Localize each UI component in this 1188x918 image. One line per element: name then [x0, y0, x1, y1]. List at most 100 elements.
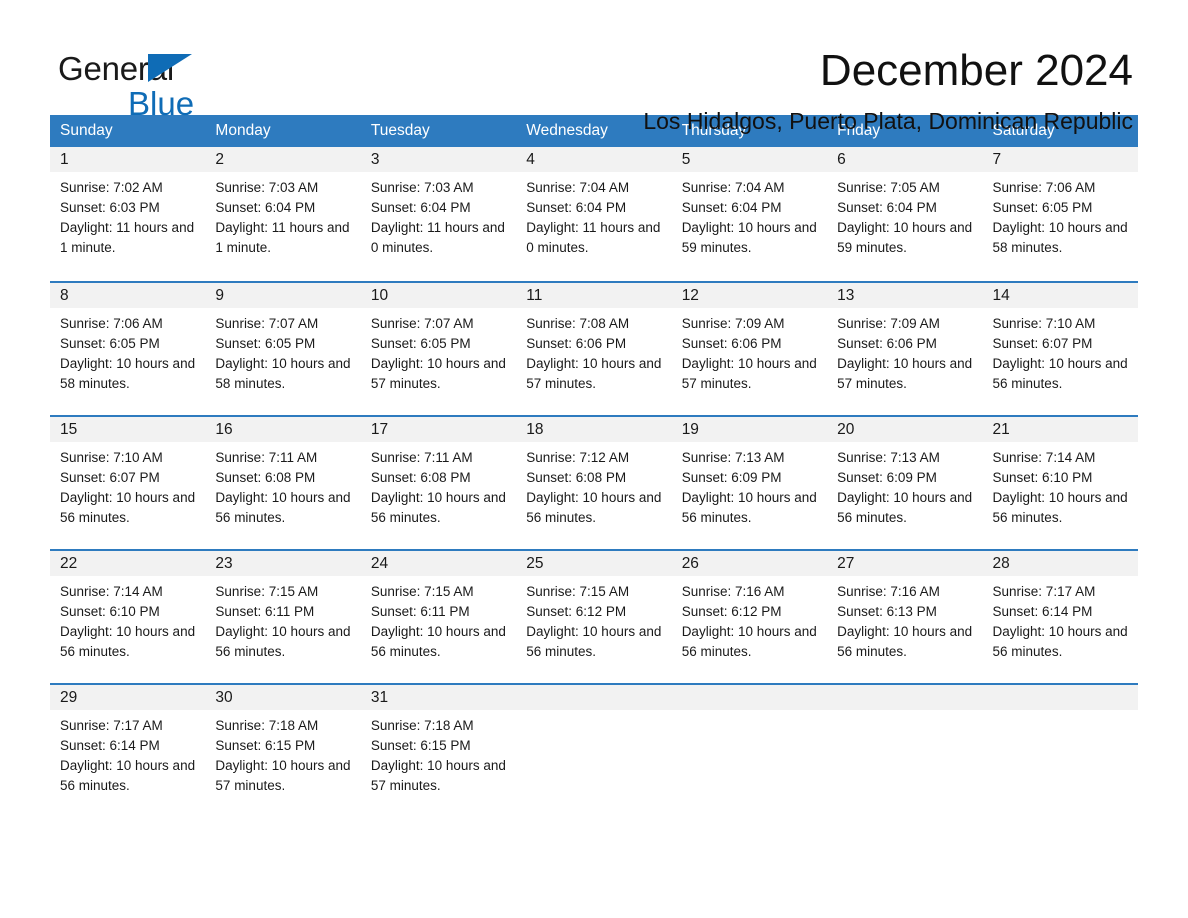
day-number-bar: 21: [982, 417, 1138, 442]
daylight-text: Daylight: 10 hours and 56 minutes.: [681, 490, 817, 525]
calendar-day-cell[interactable]: 19 Sunrise: 7:13 AM Sunset: 6:09 PM Dayligh…: [671, 417, 828, 549]
calendar-day-cell[interactable]: 22 Sunrise: 7:14 AM Sunset: 6:10 PM Dayligh…: [50, 551, 206, 683]
calendar-day-cell[interactable]: 28 Sunrise: 7:17 AM Sunset: 6:14 PM Dayligh…: [982, 551, 1138, 683]
calendar-day-cell[interactable]: 25 Sunrise: 7:15 AM Sunset: 6:12 PM Dayligh…: [516, 551, 672, 683]
calendar-day-cell[interactable]: 26 Sunrise: 7:16 AM Sunset: 6:12 PM Dayligh…: [671, 551, 828, 683]
daylight-text: Daylight: 10 hours and 56 minutes.: [992, 490, 1128, 525]
calendar-day-cell[interactable]: 6 Sunrise: 7:05 AM Sunset: 6:04 PM Daylight…: [827, 147, 983, 281]
day-sun-info: Sunrise: 7:15 AM Sunset: 6:11 PM Daylight:…: [205, 576, 360, 662]
day-sun-info: Sunrise: 7:10 AM Sunset: 6:07 PM Daylight:…: [50, 442, 205, 528]
day-sun-info: Sunrise: 7:18 AM Sunset: 6:15 PM Daylight:…: [205, 710, 360, 796]
sunset-text: Sunset: 6:04 PM: [837, 200, 937, 215]
day-number: 29: [60, 689, 78, 706]
calendar-day-cell[interactable]: 8 Sunrise: 7:06 AM Sunset: 6:05 PM Daylight…: [50, 283, 206, 415]
daylight-text: Daylight: 10 hours and 56 minutes.: [992, 356, 1128, 391]
day-number-bar: [671, 685, 828, 710]
calendar-grid: Sunday Monday Tuesday Wednesday Thursday…: [50, 115, 1138, 817]
sunset-text: Sunset: 6:08 PM: [526, 470, 627, 485]
sunrise-text: Sunrise: 7:15 AM: [215, 584, 319, 599]
day-number: 10: [370, 287, 389, 304]
sunset-text: Sunset: 6:15 PM: [370, 738, 471, 753]
sunrise-text: Sunrise: 7:09 AM: [681, 316, 785, 331]
daylight-text: Daylight: 10 hours and 59 minutes.: [681, 220, 817, 255]
calendar-day-cell[interactable]: 30 Sunrise: 7:18 AM Sunset: 6:15 PM Dayligh…: [205, 685, 361, 817]
day-sun-info: Sunrise: 7:16 AM Sunset: 6:12 PM Daylight:…: [672, 576, 827, 662]
day-sun-info: Sunrise: 7:06 AM Sunset: 6:05 PM Daylight:…: [50, 308, 205, 394]
sunrise-text: Sunrise: 7:17 AM: [60, 718, 163, 733]
calendar-day-cell[interactable]: 31 Sunrise: 7:18 AM Sunset: 6:15 PM Dayligh…: [360, 685, 517, 817]
calendar-day-cell[interactable]: 20 Sunrise: 7:13 AM Sunset: 6:09 PM Dayligh…: [827, 417, 983, 549]
sunset-text: Sunset: 6:08 PM: [370, 470, 471, 485]
sunrise-text: Sunrise: 7:04 AM: [681, 180, 785, 195]
day-sun-info: Sunrise: 7:13 AM Sunset: 6:09 PM Daylight:…: [827, 442, 982, 528]
day-number-bar: 10: [360, 283, 517, 308]
day-number: 23: [215, 555, 233, 572]
calendar-day-cell[interactable]: 27 Sunrise: 7:16 AM Sunset: 6:13 PM Dayligh…: [827, 551, 983, 683]
calendar-week-row: 1 Sunrise: 7:02 AM Sunset: 6:03 PM Daylight…: [50, 147, 1138, 281]
daylight-text: Daylight: 10 hours and 57 minutes.: [215, 758, 351, 793]
calendar-page: General Blue December 2024 Los Hidalgos,…: [0, 0, 1188, 918]
calendar-day-cell[interactable]: 3 Sunrise: 7:03 AM Sunset: 6:04 PM Daylight…: [360, 147, 517, 281]
calendar-day-cell[interactable]: 14 Sunrise: 7:10 AM Sunset: 6:07 PM Dayligh…: [982, 283, 1138, 415]
sunset-text: Sunset: 6:09 PM: [837, 470, 937, 485]
sunset-text: Sunset: 6:08 PM: [215, 470, 316, 485]
daylight-text: Daylight: 10 hours and 57 minutes.: [526, 356, 662, 391]
sunset-text: Sunset: 6:06 PM: [681, 336, 782, 351]
day-number-bar: 5: [671, 147, 828, 172]
day-number: 22: [60, 555, 78, 572]
calendar-day-cell[interactable]: 1 Sunrise: 7:02 AM Sunset: 6:03 PM Daylight…: [50, 147, 206, 281]
sunrise-text: Sunrise: 7:17 AM: [992, 584, 1096, 599]
day-number-bar: 16: [205, 417, 361, 442]
calendar-day-cell[interactable]: 4 Sunrise: 7:04 AM Sunset: 6:04 PM Daylight…: [516, 147, 672, 281]
calendar-day-cell[interactable]: 29 Sunrise: 7:17 AM Sunset: 6:14 PM Dayligh…: [50, 685, 206, 817]
day-sun-info: Sunrise: 7:02 AM Sunset: 6:03 PM Daylight:…: [50, 172, 205, 258]
sunrise-text: Sunrise: 7:16 AM: [837, 584, 940, 599]
day-number: 9: [215, 287, 225, 304]
day-number: 7: [992, 151, 1002, 168]
sunrise-text: Sunrise: 7:03 AM: [370, 180, 474, 195]
calendar-day-cell[interactable]: 7 Sunrise: 7:06 AM Sunset: 6:05 PM Daylight…: [982, 147, 1138, 281]
calendar-day-cell[interactable]: 24 Sunrise: 7:15 AM Sunset: 6:11 PM Dayligh…: [360, 551, 517, 683]
calendar-day-cell[interactable]: 18 Sunrise: 7:12 AM Sunset: 6:08 PM Dayligh…: [516, 417, 672, 549]
logo-text-general: General: [58, 50, 175, 87]
day-number-bar: 14: [982, 283, 1138, 308]
calendar-day-cell[interactable]: 11 Sunrise: 7:08 AM Sunset: 6:06 PM Dayligh…: [516, 283, 672, 415]
day-number: 2: [215, 151, 225, 168]
logo-general-blue[interactable]: General Blue: [58, 52, 358, 122]
calendar-day-cell[interactable]: 10 Sunrise: 7:07 AM Sunset: 6:05 PM Dayligh…: [360, 283, 517, 415]
calendar-day-cell[interactable]: 2 Sunrise: 7:03 AM Sunset: 6:04 PM Daylight…: [205, 147, 361, 281]
day-sun-info: Sunrise: 7:15 AM Sunset: 6:11 PM Daylight:…: [361, 576, 516, 662]
calendar-week-row: 8 Sunrise: 7:06 AM Sunset: 6:05 PM Daylight…: [50, 281, 1138, 415]
calendar-day-cell[interactable]: 9 Sunrise: 7:07 AM Sunset: 6:05 PM Daylight…: [205, 283, 361, 415]
day-sun-info: Sunrise: 7:13 AM Sunset: 6:09 PM Daylight:…: [672, 442, 827, 528]
calendar-day-cell[interactable]: 16 Sunrise: 7:11 AM Sunset: 6:08 PM Dayligh…: [205, 417, 361, 549]
daylight-text: Daylight: 10 hours and 57 minutes.: [681, 356, 817, 391]
calendar-day-cell[interactable]: 23 Sunrise: 7:15 AM Sunset: 6:11 PM Dayligh…: [205, 551, 361, 683]
sunrise-text: Sunrise: 7:18 AM: [215, 718, 319, 733]
calendar-day-cell[interactable]: 5 Sunrise: 7:04 AM Sunset: 6:04 PM Daylight…: [671, 147, 828, 281]
sunset-text: Sunset: 6:06 PM: [837, 336, 937, 351]
daylight-text: Daylight: 10 hours and 56 minutes.: [60, 758, 196, 793]
daylight-text: Daylight: 10 hours and 56 minutes.: [526, 624, 662, 659]
day-number: 12: [681, 287, 699, 304]
sunrise-text: Sunrise: 7:10 AM: [60, 450, 163, 465]
calendar-day-cell[interactable]: 15 Sunrise: 7:10 AM Sunset: 6:07 PM Dayligh…: [50, 417, 206, 549]
daylight-text: Daylight: 10 hours and 56 minutes.: [837, 624, 973, 659]
daylight-text: Daylight: 11 hours and 1 minute.: [215, 220, 350, 255]
day-sun-info: Sunrise: 7:03 AM Sunset: 6:04 PM Daylight:…: [205, 172, 360, 258]
sunrise-text: Sunrise: 7:07 AM: [215, 316, 319, 331]
day-number: 11: [526, 287, 543, 304]
calendar-day-cell[interactable]: 13 Sunrise: 7:09 AM Sunset: 6:06 PM Dayligh…: [827, 283, 983, 415]
weeks-container: 1 Sunrise: 7:02 AM Sunset: 6:03 PM Daylight…: [50, 147, 1138, 817]
calendar-day-cell[interactable]: 12 Sunrise: 7:09 AM Sunset: 6:06 PM Dayligh…: [671, 283, 828, 415]
day-sun-info: Sunrise: 7:11 AM Sunset: 6:08 PM Daylight:…: [361, 442, 516, 528]
calendar-day-cell[interactable]: 17 Sunrise: 7:11 AM Sunset: 6:08 PM Dayligh…: [360, 417, 517, 549]
day-number: 14: [992, 287, 1010, 304]
day-number: 26: [681, 555, 699, 572]
day-number: 30: [215, 689, 233, 706]
sunrise-text: Sunrise: 7:16 AM: [681, 584, 785, 599]
day-number: 6: [837, 151, 846, 168]
day-number-bar: 9: [205, 283, 361, 308]
sunrise-text: Sunrise: 7:09 AM: [837, 316, 940, 331]
calendar-day-cell[interactable]: 21 Sunrise: 7:14 AM Sunset: 6:10 PM Dayligh…: [982, 417, 1138, 549]
